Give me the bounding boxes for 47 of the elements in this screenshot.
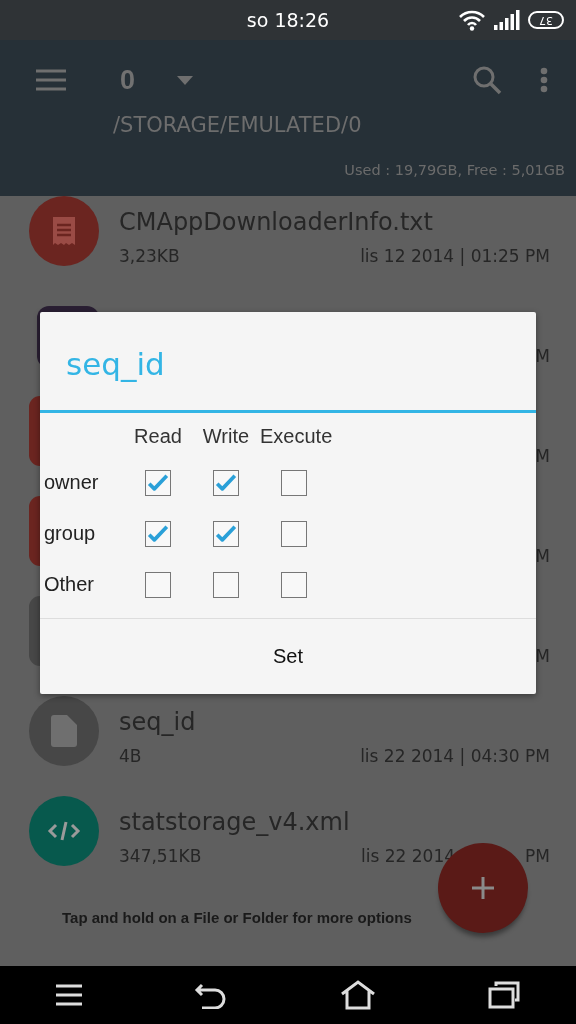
checkbox[interactable]	[145, 571, 171, 598]
file-size: 347,51KB	[119, 846, 202, 866]
file-date: M	[535, 346, 550, 366]
checkbox[interactable]	[145, 520, 171, 547]
file-name[interactable]: statstorage_v4.xml	[119, 808, 350, 836]
file-date: lis 22 2014 | 04:30 PM	[360, 746, 550, 766]
column-header: Write	[201, 425, 251, 449]
checkbox[interactable]	[145, 469, 171, 496]
checkbox[interactable]	[213, 571, 239, 598]
file-size: 4B	[119, 746, 142, 766]
recents-icon[interactable]	[488, 981, 520, 1009]
home-icon[interactable]	[340, 980, 376, 1010]
checkbox[interactable]	[213, 469, 239, 496]
back-icon[interactable]	[194, 981, 228, 1009]
file-icon	[51, 715, 77, 747]
file-date: M	[535, 546, 550, 566]
folder-title[interactable]: 0	[120, 64, 136, 96]
dialog-title: seq_id	[40, 312, 536, 413]
row-label: owner	[43, 470, 99, 495]
file-date: M	[535, 646, 550, 666]
document-icon	[51, 216, 77, 246]
file-size: 3,23KB	[119, 246, 180, 266]
folder-path: /STORAGE/EMULATED/0	[113, 113, 363, 137]
file-time: PM	[525, 846, 550, 866]
status-time: so 18:26	[246, 9, 330, 31]
battery-level: 37	[539, 14, 553, 26]
hint-text: Tap and hold on a File or Folder for more options	[62, 909, 412, 926]
storage-usage: Used : 19,79GB, Free : 5,01GB	[344, 162, 565, 178]
checkbox[interactable]	[281, 571, 307, 598]
checkbox[interactable]	[281, 469, 307, 496]
search-icon[interactable]	[472, 65, 502, 95]
dropdown-icon[interactable]	[177, 75, 194, 85]
plus-icon	[472, 877, 494, 899]
more-icon[interactable]	[540, 67, 548, 93]
set-button[interactable]: Set	[40, 618, 536, 694]
wifi-icon	[458, 9, 486, 31]
file-name[interactable]: CMAppDownloaderInfo.txt	[119, 208, 433, 236]
file-date: M	[535, 446, 550, 466]
file-date: lis 12 2014 | 01:25 PM	[360, 246, 550, 266]
signal-icon	[494, 10, 520, 30]
code-icon	[47, 820, 81, 842]
row-label: group	[43, 521, 96, 546]
checkbox[interactable]	[213, 520, 239, 547]
column-header: Read	[133, 425, 183, 449]
file-name[interactable]: seq_id	[119, 708, 196, 736]
row-label: Other	[43, 572, 95, 597]
checkbox[interactable]	[281, 520, 307, 547]
